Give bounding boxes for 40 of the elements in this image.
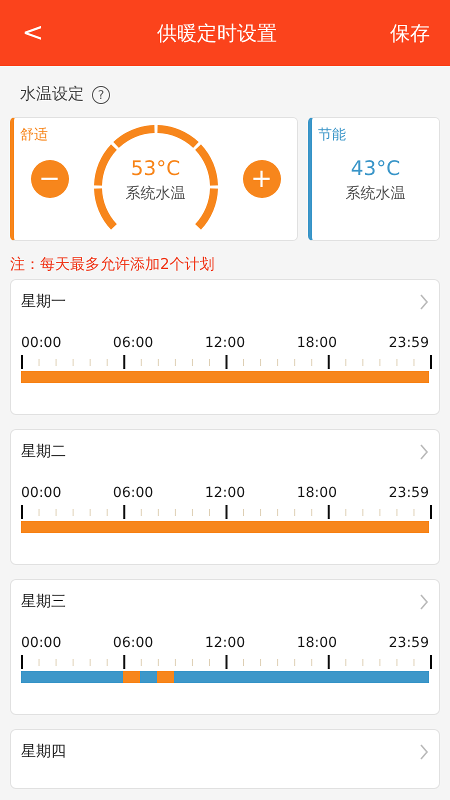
day-name: 星期一 <box>21 292 66 311</box>
help-icon[interactable]: ? <box>92 86 110 104</box>
time-label: 18:00 <box>296 335 338 351</box>
time-label: 12:00 <box>204 335 246 351</box>
page-title: 供暖定时设置 <box>156 20 277 46</box>
mode-label: 节能 <box>318 126 346 144</box>
time-label: 06:00 <box>112 635 154 651</box>
day-schedule-card[interactable]: 星期三 00:00 06:00 12:00 18:00 23:59 <box>10 579 440 715</box>
time-label: 12:00 <box>204 485 246 501</box>
day-name: 星期二 <box>21 442 66 461</box>
chevron-right-icon[interactable] <box>419 294 429 310</box>
chevron-right-icon[interactable] <box>419 444 429 460</box>
save-button[interactable]: 保存 <box>390 20 430 46</box>
note-text: 注：每天最多允许添加2个计划 <box>9 254 216 275</box>
day-schedule-card[interactable]: 星期二 00:00 06:00 12:00 18:00 23:59 <box>10 429 440 565</box>
time-label: 18:00 <box>296 635 338 651</box>
mode-label: 舒适 <box>20 126 48 144</box>
day-schedule-card[interactable]: 星期四 <box>10 729 440 789</box>
time-label: 18:00 <box>296 485 338 501</box>
chevron-right-icon[interactable] <box>419 744 429 760</box>
day-name: 星期三 <box>21 592 66 611</box>
time-label: 23:59 <box>388 485 429 501</box>
temperature-value: 53°C <box>130 156 180 180</box>
time-label: 23:59 <box>388 635 429 651</box>
section-title: 水温设定 <box>20 84 84 105</box>
day-schedule-card[interactable]: 星期一 00:00 06:00 12:00 18:00 23:59 <box>10 279 440 415</box>
time-label: 23:59 <box>388 335 429 351</box>
time-label: 06:00 <box>112 335 154 351</box>
temperature-value: 43°C <box>350 156 400 180</box>
temperature-caption: 系统水温 <box>126 184 186 202</box>
time-label: 00:00 <box>21 635 62 651</box>
time-label: 00:00 <box>21 485 62 501</box>
eco-card[interactable]: 节能 43°C 系统水温 <box>308 117 440 241</box>
time-label: 06:00 <box>112 485 154 501</box>
time-label: 12:00 <box>204 635 246 651</box>
back-button[interactable]: < <box>22 18 44 48</box>
chevron-right-icon[interactable] <box>419 594 429 610</box>
time-label: 00:00 <box>21 335 62 351</box>
temperature-caption: 系统水温 <box>346 184 406 202</box>
day-name: 星期四 <box>21 742 66 761</box>
